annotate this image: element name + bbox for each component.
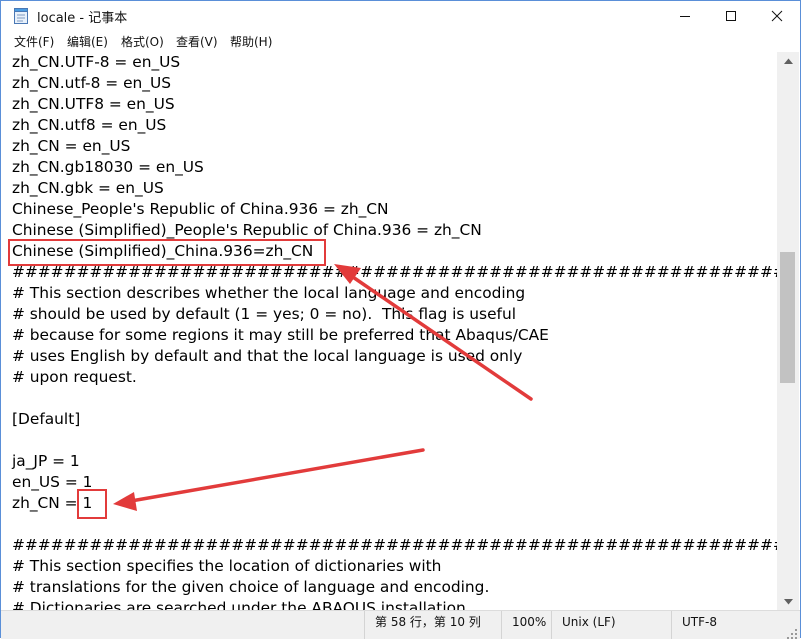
scroll-down-arrow-icon[interactable] [777, 593, 799, 610]
cursor-position: 第 58 行，第 10 列 [364, 611, 501, 639]
text-line: # should be used by default (1 = yes; 0 … [12, 305, 516, 323]
line-ending: Unix (LF) [551, 611, 671, 639]
text-line: [Default] [12, 410, 81, 428]
maximize-button[interactable] [708, 1, 754, 31]
text-line: Chinese (Simplified)_People's Republic o… [12, 221, 482, 239]
minimize-button[interactable] [662, 1, 708, 31]
notepad-icon [14, 8, 28, 24]
menu-view[interactable]: 查看(V) [176, 33, 218, 50]
annotation-box-line [8, 239, 326, 266]
menu-edit[interactable]: 编辑(E) [67, 33, 108, 50]
notepad-window: locale - 记事本 文件(F) 编辑(E) 格式(O) 查看(V) 帮助(… [0, 0, 801, 639]
menu-bar: 文件(F) 编辑(E) 格式(O) 查看(V) 帮助(H) [1, 31, 800, 52]
text-line: Chinese_People's Republic of China.936 =… [12, 200, 389, 218]
close-icon [771, 7, 783, 26]
text-line: zh_CN.utf8 = en_US [12, 116, 167, 134]
menu-format[interactable]: 格式(O) [121, 33, 164, 50]
zoom-level: 100% [501, 611, 551, 639]
window-title: locale - 记事本 [37, 11, 128, 26]
text-line: zh_CN.UTF8 = en_US [12, 95, 175, 113]
text-line: # This section describes whether the loc… [12, 284, 526, 302]
resize-grip-icon[interactable] [786, 625, 798, 639]
text-line: zh_CN.gb18030 = en_US [12, 158, 204, 176]
text-line: zh_CN.utf-8 = en_US [12, 74, 172, 92]
menu-file[interactable]: 文件(F) [14, 33, 54, 50]
text-line: ########################################… [12, 536, 777, 554]
text-line: zh_CN = en_US [12, 137, 131, 155]
close-button[interactable] [754, 1, 800, 31]
text-line: zh_CN.UTF-8 = en_US [12, 53, 181, 71]
scroll-up-arrow-icon[interactable] [777, 52, 799, 69]
menu-help[interactable]: 帮助(H) [230, 33, 272, 50]
status-bar: 第 58 行，第 10 列 100% Unix (LF) UTF-8 [1, 610, 800, 639]
text-editor[interactable]: zh_CN.UTF-8 = en_US zh_CN.utf-8 = en_US … [2, 52, 777, 610]
encoding: UTF-8 [671, 611, 798, 639]
text-line: # upon request. [12, 368, 137, 386]
title-bar[interactable]: locale - 记事本 [1, 1, 800, 31]
text-line: ja_JP = 1 [12, 452, 80, 470]
minimize-icon [679, 7, 691, 26]
text-line: # because for some regions it may still … [12, 326, 549, 344]
text-line: # translations for the given choice of l… [12, 578, 490, 596]
scroll-thumb[interactable] [780, 252, 795, 383]
annotation-box-value [77, 489, 107, 519]
text-line: # uses English by default and that the l… [12, 347, 523, 365]
text-line: # Dictionaries are searched under the AB… [12, 599, 466, 610]
text-line: # This section specifies the location of… [12, 557, 442, 575]
maximize-icon [725, 7, 737, 26]
text-line: zh_CN.gbk = en_US [12, 179, 164, 197]
vertical-scrollbar[interactable] [777, 52, 799, 610]
